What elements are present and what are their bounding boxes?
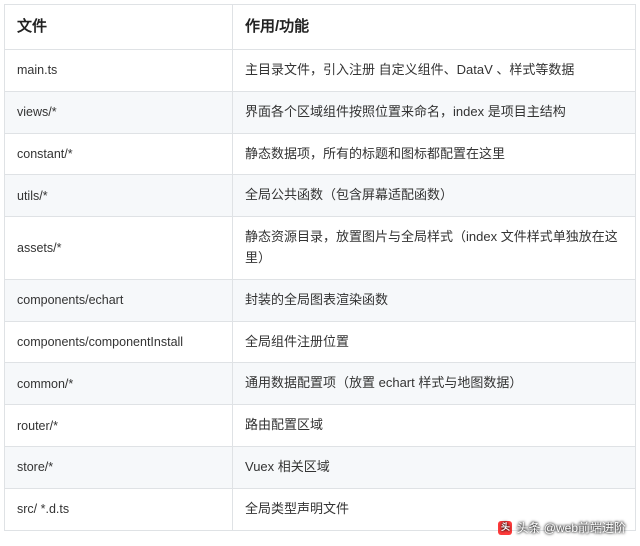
cell-file: components/echart [5, 279, 233, 321]
cell-desc: 主目录文件，引入注册 自定义组件、DataV 、样式等数据 [233, 50, 636, 92]
cell-desc: 路由配置区域 [233, 405, 636, 447]
cell-file: router/* [5, 405, 233, 447]
cell-desc: 静态数据项，所有的标题和图标都配置在这里 [233, 133, 636, 175]
cell-desc: 全局组件注册位置 [233, 321, 636, 363]
cell-file: main.ts [5, 50, 233, 92]
cell-file: src/ *.d.ts [5, 488, 233, 530]
cell-file: constant/* [5, 133, 233, 175]
header-file: 文件 [5, 5, 233, 50]
table-row: components/componentInstall全局组件注册位置 [5, 321, 636, 363]
toutiao-icon: 头 [498, 521, 512, 535]
header-desc: 作用/功能 [233, 5, 636, 50]
table-row: components/echart封装的全局图表渲染函数 [5, 279, 636, 321]
table-row: utils/*全局公共函数（包含屏幕适配函数） [5, 175, 636, 217]
table-row: assets/*静态资源目录，放置图片与全局样式（index 文件样式单独放在这… [5, 217, 636, 280]
watermark-label: 头条 @web前端进阶 [516, 519, 626, 536]
cell-desc: 界面各个区域组件按照位置来命名，index 是项目主结构 [233, 91, 636, 133]
table-header-row: 文件 作用/功能 [5, 5, 636, 50]
cell-desc: 通用数据配置项（放置 echart 样式与地图数据） [233, 363, 636, 405]
file-description-table: 文件 作用/功能 main.ts主目录文件，引入注册 自定义组件、DataV 、… [4, 4, 636, 531]
cell-desc: 全局公共函数（包含屏幕适配函数） [233, 175, 636, 217]
table-row: store/*Vuex 相关区域 [5, 446, 636, 488]
watermark: 头 头条 @web前端进阶 [498, 519, 626, 536]
table-row: router/*路由配置区域 [5, 405, 636, 447]
table-row: main.ts主目录文件，引入注册 自定义组件、DataV 、样式等数据 [5, 50, 636, 92]
table-row: constant/*静态数据项，所有的标题和图标都配置在这里 [5, 133, 636, 175]
cell-desc: Vuex 相关区域 [233, 446, 636, 488]
table-row: views/*界面各个区域组件按照位置来命名，index 是项目主结构 [5, 91, 636, 133]
cell-file: components/componentInstall [5, 321, 233, 363]
table-row: common/*通用数据配置项（放置 echart 样式与地图数据） [5, 363, 636, 405]
cell-file: assets/* [5, 217, 233, 280]
cell-file: views/* [5, 91, 233, 133]
cell-file: utils/* [5, 175, 233, 217]
cell-file: common/* [5, 363, 233, 405]
cell-desc: 静态资源目录，放置图片与全局样式（index 文件样式单独放在这里） [233, 217, 636, 280]
cell-desc: 封装的全局图表渲染函数 [233, 279, 636, 321]
cell-file: store/* [5, 446, 233, 488]
